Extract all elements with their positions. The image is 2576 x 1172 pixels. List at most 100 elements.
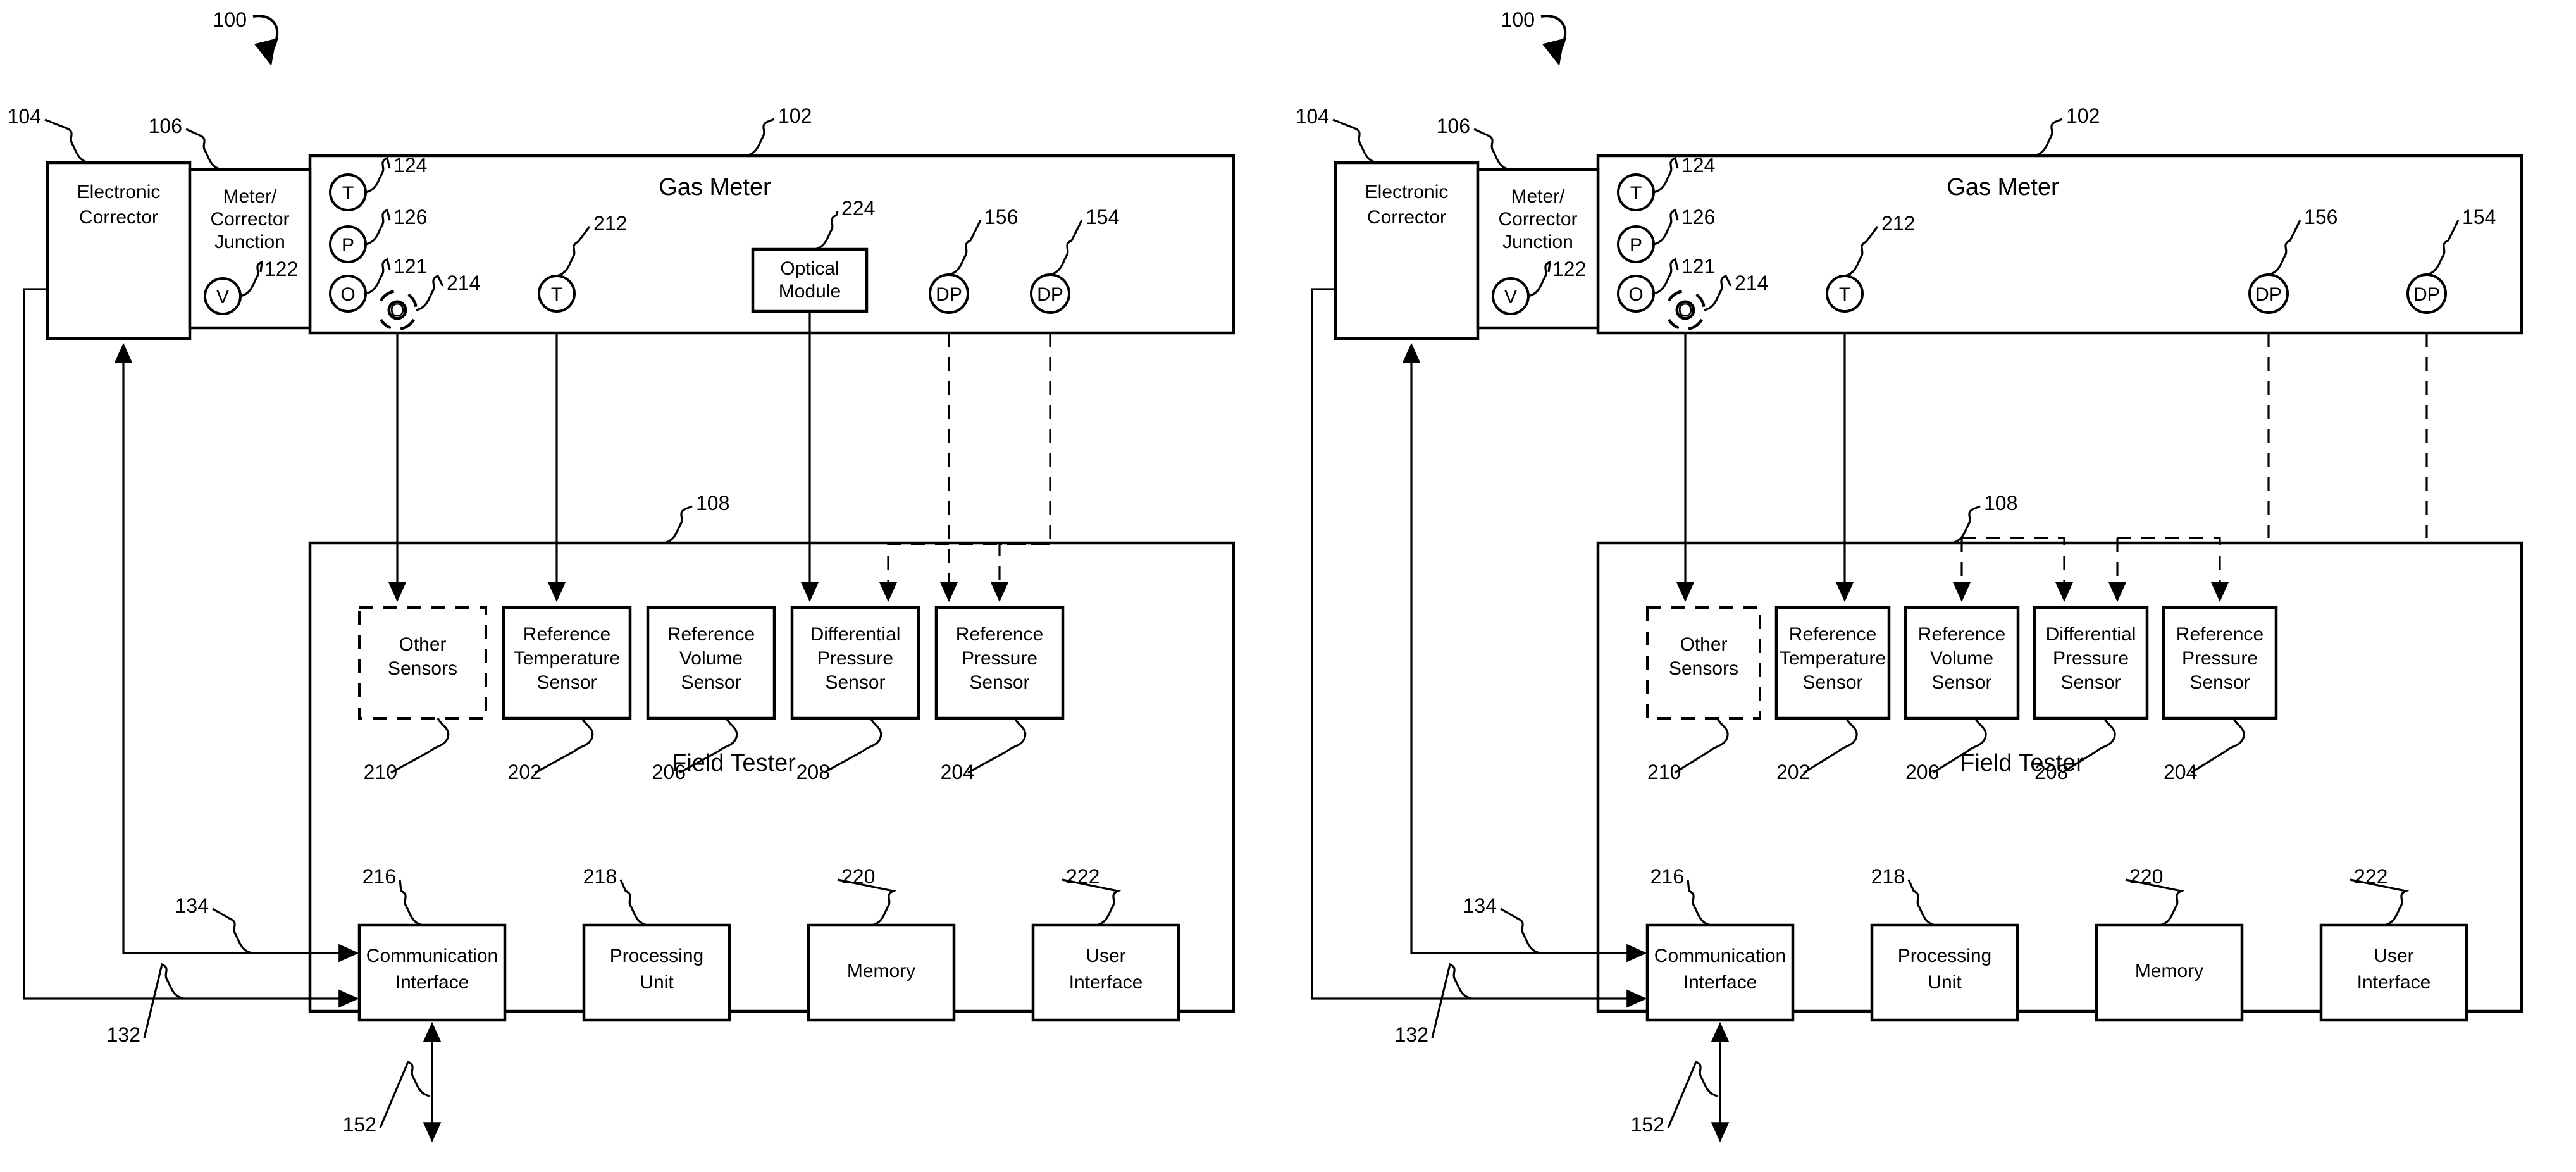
electronic-corrector-label-2: Corrector (79, 207, 158, 228)
gas-meter-ref-callout-text: 102 (2066, 104, 2100, 127)
meter-ref-154-callout-text: 154 (1086, 206, 1119, 228)
link-132-callout-anchor: 132 (1395, 963, 1472, 1046)
meter-ref-212-callout-text: 212 (1881, 212, 1915, 235)
link-134-callout-text: 134 (1463, 894, 1497, 917)
processing-unit-block-label-2: Unit (1928, 972, 1962, 993)
processing-unit-block-ref-callout-text: 218 (1871, 865, 1905, 888)
other-sensors-block-label-1: Other (1680, 634, 1727, 655)
meter-reference-temperature-tap: T (538, 275, 576, 313)
mcj-label-3: Junction (1502, 232, 1573, 252)
other-sensors-block-ref-callout-text: 210 (1647, 761, 1681, 783)
gas-meter-box (1596, 154, 2523, 335)
figure-panel-left: 100 Gas Meter 102 Electronic Corrector 104 Met… (0, 0, 1288, 1172)
meter-optical-output-symbol-glyph: O (1678, 300, 1692, 321)
communication-interface-block-label-2: Interface (395, 972, 469, 993)
junction-122-callout-text: 122 (1552, 258, 1586, 280)
reference-volume-sensor-block-label-2: Volume (1930, 648, 1993, 669)
differential-pressure-sensor-block-label-3: Sensor (2060, 672, 2121, 693)
user-interface-block-label-1: User (1086, 945, 1125, 966)
communication-interface-block-ref-callout-text: 216 (1650, 865, 1684, 888)
reference-pressure-sensor-block-ref-callout-text: 204 (941, 761, 974, 783)
meter-reference-temperature-tap: T (1826, 275, 1864, 313)
field-tester-ref-callout: 108 (1952, 492, 2017, 544)
meter-ref-124-callout-text: 124 (393, 154, 427, 177)
system-reference-number: 100 (1501, 8, 1535, 31)
meter-ref-156-callout-text: 156 (2304, 206, 2338, 228)
processing-unit-block-label-1: Processing (1898, 945, 1991, 966)
reference-temperature-sensor-block-label-1: Reference (1789, 624, 1876, 645)
meter-ref-124-callout-text: 124 (1681, 154, 1715, 177)
link-132-callout-anchor: 132 (107, 963, 184, 1046)
mcj-label-1: Meter/ (223, 186, 277, 207)
junction-volume-symbol-glyph: V (1504, 287, 1517, 308)
system-reference-callout: 100 (213, 8, 279, 66)
meter-pressure-symbol-glyph: P (1630, 235, 1642, 256)
optical-module-label-2: Module (779, 281, 841, 302)
optical-module-ref-callout-text: 224 (841, 197, 875, 220)
reference-temperature-sensor-block-label-2: Temperature (1780, 648, 1886, 669)
processing-unit-block-label-1: Processing (610, 945, 703, 966)
meter-differential-pressure-tap-156: DP (929, 273, 969, 314)
meter-ref-121-callout-text: 121 (1681, 255, 1715, 278)
reference-temperature-sensor-block-label-2: Temperature (514, 648, 620, 669)
meter-differential-pressure-tap-156-glyph: DP (936, 284, 962, 305)
link-134-callout-text: 134 (175, 894, 209, 917)
field-tester-ref-callout-text: 108 (696, 492, 729, 514)
gas-meter-ref-callout: 102 (746, 104, 812, 157)
electronic-corrector-ref-callout: 104 (8, 105, 89, 164)
meter-ref-214-callout-text: 214 (447, 271, 480, 294)
differential-pressure-sensor-block-label-3: Sensor (825, 672, 885, 693)
reference-temperature-sensor-block-label-1: Reference (523, 624, 610, 645)
field-tester-ref-callout-text: 108 (1984, 492, 2017, 514)
meter-differential-pressure-tap-156: DP (2248, 273, 2289, 314)
user-interface-block-label-1: User (2374, 945, 2413, 966)
mcj-label-2: Corrector (1498, 209, 1577, 230)
reference-volume-sensor-block-label-1: Reference (667, 624, 755, 645)
meter-reference-temperature-tap-glyph: T (1839, 284, 1850, 305)
gas-meter-ref-callout-text: 102 (778, 104, 812, 127)
mcj-label-1: Meter/ (1511, 186, 1565, 207)
differential-pressure-sensor-block-label-1: Differential (2046, 624, 2136, 645)
meter-temperature-symbol-glyph: T (342, 183, 354, 204)
reference-temperature-sensor-block-label-3: Sensor (1802, 672, 1862, 693)
meter-differential-pressure-tap-156-glyph: DP (2255, 284, 2282, 305)
optical-module-label-1: Optical (780, 258, 839, 279)
electronic-corrector-label-2: Corrector (1367, 207, 1446, 228)
reference-pressure-sensor-block-label-1: Reference (2176, 624, 2263, 645)
other-sensors-block-label-2: Sensors (1669, 658, 1738, 679)
reference-pressure-sensor-block-label-2: Pressure (2182, 648, 2258, 669)
link-134-callout: 134 (175, 894, 252, 954)
diagram-right: 100 Gas Meter 102 Electronic Corrector 104 Met… (1296, 8, 2523, 1143)
differential-pressure-sensor-block-label-2: Pressure (817, 648, 893, 669)
meter-temperature-symbol-glyph: T (1630, 183, 1642, 204)
mcj-ref-callout-text: 106 (149, 115, 182, 137)
electronic-corrector-ref-callout: 104 (1296, 105, 1377, 164)
figure-panel-right: 100 Gas Meter 102 Electronic Corrector 104 Met… (1288, 0, 2576, 1172)
gas-meter-title: Gas Meter (1947, 174, 2059, 201)
meter-differential-pressure-tap-154: DP (2406, 273, 2447, 314)
link-132-callout-anchor-text: 132 (107, 1023, 140, 1046)
link-152-callout: 152 (1631, 1060, 1718, 1136)
communication-interface-block-label-1: Communication (1654, 945, 1786, 966)
other-sensors-block-label-1: Other (399, 634, 446, 655)
meter-ref-121-callout-text: 121 (393, 255, 427, 278)
reference-temperature-sensor-block-label-3: Sensor (536, 672, 597, 693)
meter-pressure-symbol: P (329, 225, 367, 263)
meter-temperature-symbol: T (1617, 173, 1655, 211)
reference-pressure-sensor-block-ref-callout-text: 204 (2164, 761, 2197, 783)
differential-pressure-sensor-block-label-2: Pressure (2053, 648, 2129, 669)
reference-temperature-sensor-block-ref-callout-text: 202 (508, 761, 542, 783)
meter-ref-156-callout-text: 156 (984, 206, 1018, 228)
electronic-corrector-label-1: Electronic (1365, 182, 1449, 203)
differential-pressure-sensor-block-ref-callout-text: 208 (2034, 761, 2068, 783)
junction-volume-symbol: V (204, 277, 242, 315)
meter-differential-pressure-tap-154-glyph: DP (2413, 284, 2440, 305)
reference-volume-sensor-block-label-2: Volume (679, 648, 743, 669)
junction-volume-symbol: V (1492, 277, 1530, 315)
reference-pressure-sensor-block-label-2: Pressure (962, 648, 1037, 669)
user-interface-block-ref-callout-text: 222 (2354, 865, 2387, 888)
meter-ref-154-callout-text: 154 (2462, 206, 2496, 228)
link-152-callout-text: 152 (343, 1113, 376, 1136)
meter-temperature-symbol: T (329, 173, 367, 211)
user-interface-block-label-2: Interface (1069, 972, 1143, 993)
